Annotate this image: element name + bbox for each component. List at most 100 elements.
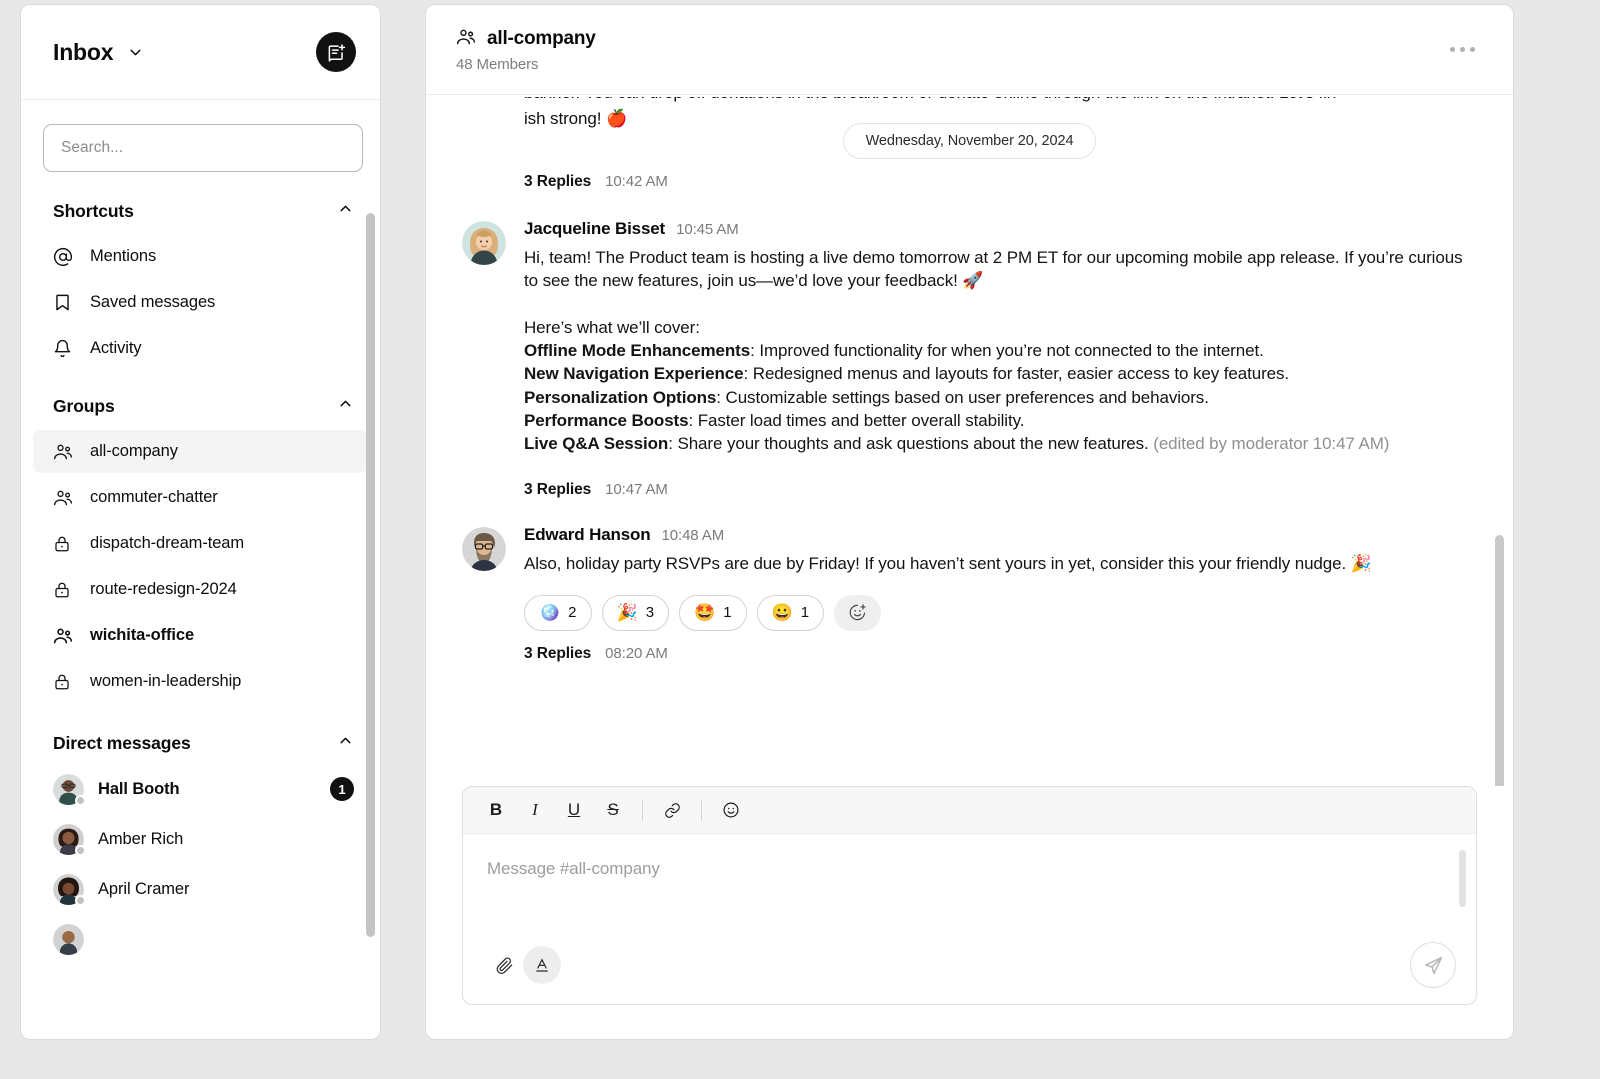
clipped-message-line1: banner. You can drop off donations in th… — [524, 95, 1336, 103]
strikethrough-button[interactable]: S — [596, 793, 630, 827]
avatar — [53, 824, 84, 855]
reaction-emoji: 🤩 — [694, 604, 715, 621]
chevron-down-icon[interactable] — [127, 44, 144, 61]
grinning-reaction[interactable]: 😀 1 — [757, 595, 825, 631]
underline-button[interactable]: U — [557, 793, 591, 827]
chat-application: Inbox Shortcuts — [20, 4, 1514, 1040]
replies-count: 3 Replies — [524, 645, 591, 663]
message-time: 10:45 AM — [676, 221, 739, 238]
sidebar-item-women-in-leadership[interactable]: women-in-leadership — [33, 660, 368, 703]
group-icon — [53, 487, 77, 509]
lock-icon — [53, 533, 77, 555]
composer-footer — [463, 938, 1476, 1004]
italic-button[interactable]: I — [518, 793, 552, 827]
reaction-emoji: 😀 — [772, 604, 793, 621]
compose-message-button[interactable] — [316, 32, 356, 72]
lock-icon — [53, 579, 77, 601]
channel-title-block: all-company 48 Members — [456, 27, 596, 73]
message-meta: Jacqueline Bisset 10:45 AM — [524, 219, 1477, 239]
feature-desc: : Faster load times and better overall s… — [688, 411, 1024, 430]
feature-title: Live Q&A Session — [524, 434, 668, 453]
attachment-icon[interactable] — [485, 946, 523, 984]
sidebar-item-label: Saved messages — [90, 293, 215, 312]
link-icon[interactable] — [655, 793, 689, 827]
reaction-count: 3 — [646, 604, 654, 621]
star-struck-reaction[interactable]: 🤩 1 — [679, 595, 747, 631]
thread-replies-summary[interactable]: 3 Replies 08:20 AM — [462, 645, 1477, 663]
sidebar-item-wichita-office[interactable]: wichita-office — [33, 614, 368, 657]
feature-line: Offline Mode Enhancements: Improved func… — [524, 339, 1477, 362]
composer-scrollbar-thumb[interactable] — [1459, 850, 1466, 907]
sidebar-scrollbar-thumb[interactable] — [366, 213, 375, 937]
group-icon — [53, 625, 77, 647]
sidebar-item-activity[interactable]: Activity — [33, 327, 368, 370]
text-format-icon[interactable] — [523, 946, 561, 984]
chevron-up-icon[interactable] — [337, 732, 354, 754]
send-button[interactable] — [1410, 942, 1456, 988]
shortcuts-title: Shortcuts — [53, 201, 134, 222]
unread-badge: 1 — [330, 777, 354, 801]
emoji-icon[interactable] — [714, 793, 748, 827]
bell-icon — [53, 338, 77, 360]
direct-messages-section-header[interactable]: Direct messages — [21, 706, 380, 764]
message-scrollbar-thumb[interactable] — [1495, 535, 1504, 786]
sidebar-item-dispatch-dream-team[interactable]: dispatch-dream-team — [33, 522, 368, 565]
sidebar-item-all-company[interactable]: all-company — [33, 430, 368, 473]
channel-title-row: all-company — [456, 27, 596, 52]
toolbar-divider — [642, 800, 643, 821]
paragraph-spacer — [524, 292, 1477, 309]
avatar — [53, 874, 84, 905]
sidebar-item-mentions[interactable]: Mentions — [33, 235, 368, 278]
sidebar-item-commuter-chatter[interactable]: commuter-chatter — [33, 476, 368, 519]
dm-item-partial[interactable] — [33, 914, 368, 964]
chevron-up-icon[interactable] — [337, 200, 354, 222]
clipped-message-line2: ish strong! 🍎 — [524, 109, 627, 129]
mirror-ball-reaction[interactable]: 🪩 2 — [524, 595, 592, 631]
shortcuts-section-header[interactable]: Shortcuts — [21, 178, 380, 232]
sidebar: Inbox Shortcuts — [20, 4, 381, 1040]
sidebar-item-route-redesign-2024[interactable]: route-redesign-2024 — [33, 568, 368, 611]
sidebar-item-saved-messages[interactable]: Saved messages — [33, 281, 368, 324]
message-input-placeholder: Message #all-company — [487, 859, 660, 878]
bookmark-icon — [53, 292, 77, 314]
feature-desc: : Customizable settings based on user pr… — [716, 388, 1209, 407]
dm-item-april-cramer[interactable]: April Cramer — [33, 864, 368, 914]
message-input-area[interactable]: Message #all-company — [463, 834, 1476, 938]
search-input[interactable] — [43, 124, 363, 172]
channel-header: all-company 48 Members — [426, 5, 1513, 95]
dm-item-amber-rich[interactable]: Amber Rich — [33, 814, 368, 864]
sidebar-item-label: dispatch-dream-team — [90, 534, 244, 553]
channel-name: all-company — [487, 28, 596, 50]
sidebar-item-label: women-in-leadership — [90, 672, 241, 691]
party-popper-reaction[interactable]: 🎉 3 — [602, 595, 670, 631]
status-offline-dot — [75, 845, 86, 856]
add-reaction-icon[interactable] — [834, 595, 881, 631]
more-options-icon[interactable] — [1440, 37, 1485, 62]
thread-replies-summary[interactable]: 3 Replies 10:47 AM — [524, 481, 1477, 499]
sidebar-scroll-region: Shortcuts Mentions Saved messages — [21, 100, 380, 1039]
groups-title: Groups — [53, 396, 115, 417]
message-author: Jacqueline Bisset — [524, 219, 665, 239]
bold-button[interactable]: B — [479, 793, 513, 827]
clipped-message: banner. You can drop off donations in th… — [462, 95, 1477, 149]
chevron-up-icon[interactable] — [337, 395, 354, 417]
message-list: banner. You can drop off donations in th… — [426, 95, 1513, 786]
replies-time: 08:20 AM — [605, 645, 668, 662]
message-body: Edward Hanson 10:48 AM Also, holiday par… — [524, 525, 1477, 575]
feature-line: Performance Boosts: Faster load times an… — [524, 409, 1477, 432]
avatar — [462, 527, 506, 571]
reaction-count: 1 — [723, 604, 731, 621]
avatar-image — [53, 924, 84, 955]
message-list-inner: banner. You can drop off donations in th… — [426, 95, 1513, 663]
sidebar-item-label: Activity — [90, 339, 141, 358]
dm-item-hall-booth[interactable]: Hall Booth 1 — [33, 764, 368, 814]
lock-icon — [53, 671, 77, 693]
message-paragraph: Also, holiday party RSVPs are due by Fri… — [524, 552, 1477, 575]
groups-section-header[interactable]: Groups — [21, 373, 380, 427]
dm-name: April Cramer — [98, 880, 189, 899]
dm-name: Amber Rich — [98, 830, 183, 849]
avatar — [53, 774, 84, 805]
reaction-count: 1 — [801, 604, 809, 621]
thread-replies-summary[interactable]: 3 Replies 10:42 AM — [462, 173, 1477, 191]
message-intro-line: Here’s what we’ll cover: — [524, 316, 1477, 339]
